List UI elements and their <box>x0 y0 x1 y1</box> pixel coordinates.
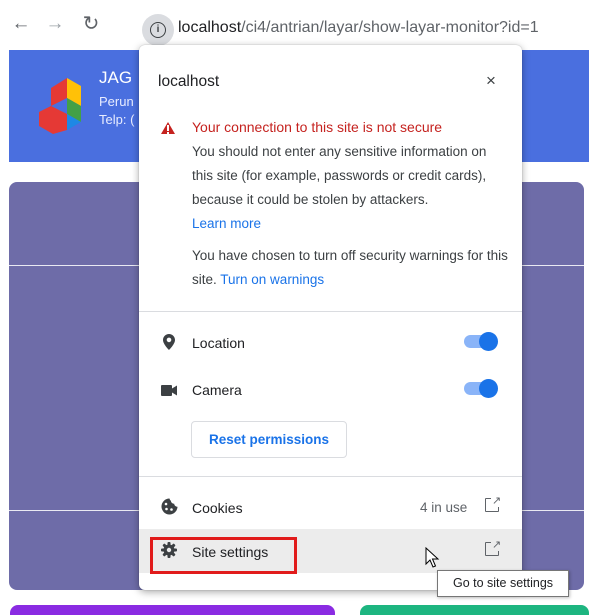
divider <box>139 311 522 312</box>
forward-button[interactable]: → <box>44 13 66 35</box>
turn-on-warnings-link[interactable]: Turn on warnings <box>220 272 324 287</box>
warning-body: You should not enter any sensitive infor… <box>192 140 508 236</box>
cookie-icon <box>161 498 178 515</box>
open-external-icon: ↗ <box>485 495 503 512</box>
bottom-button-right[interactable] <box>360 605 589 615</box>
arrow-left-icon: ← <box>11 13 31 34</box>
browser-toolbar: ← → ↻ i localhost/ci4/antrian/layar/show… <box>0 0 589 50</box>
tooltip: Go to site settings <box>437 570 569 597</box>
reload-button[interactable]: ↻ <box>80 13 102 35</box>
highlight-box <box>150 537 297 574</box>
warning-title: Your connection to this site is not secu… <box>192 119 443 135</box>
site-info-popup: localhost × Your connection to this site… <box>139 45 522 590</box>
learn-more-link[interactable]: Learn more <box>192 216 261 231</box>
reset-permissions-button[interactable]: Reset permissions <box>191 421 347 458</box>
cookies-label: Cookies <box>192 500 243 516</box>
camera-icon <box>161 385 177 396</box>
warning-icon-dot <box>167 132 169 134</box>
brand-name: JAG <box>99 68 133 87</box>
warning-body-text: You should not enter any sensitive infor… <box>192 144 487 207</box>
back-button[interactable]: ← <box>10 13 32 35</box>
divider <box>139 476 522 477</box>
brand-logo <box>39 78 81 134</box>
permission-label-camera: Camera <box>192 382 242 398</box>
location-toggle[interactable] <box>462 331 498 351</box>
arrow-right-icon: → <box>45 13 65 34</box>
warnings-off-note: You have chosen to turn off security war… <box>192 244 508 292</box>
brand-address: Perun <box>99 94 134 109</box>
url-path: /ci4/antrian/layar/show-layar-monitor?id… <box>241 19 539 36</box>
reload-icon: ↻ <box>82 13 100 35</box>
toggle-knob <box>479 379 498 398</box>
close-button[interactable]: × <box>479 69 503 93</box>
toggle-knob <box>479 332 498 351</box>
url-host: localhost <box>178 19 242 36</box>
cookies-row[interactable]: Cookies 4 in use ↗ <box>139 485 522 529</box>
warning-icon-mark <box>167 125 169 131</box>
address-bar[interactable]: localhost/ci4/antrian/layar/show-layar-m… <box>178 19 539 37</box>
popup-title: localhost <box>158 73 220 90</box>
camera-toggle[interactable] <box>462 378 498 398</box>
location-pin-icon <box>163 334 175 350</box>
mouse-cursor-icon <box>425 547 440 568</box>
permission-label-location: Location <box>192 335 245 351</box>
brand-phone: Telp: ( <box>99 112 135 127</box>
site-info-button[interactable]: i <box>142 14 174 46</box>
cookies-count: 4 in use <box>420 500 468 515</box>
info-icon: i <box>150 22 166 38</box>
open-external-icon: ↗ <box>485 539 503 556</box>
bottom-button-left[interactable] <box>10 605 335 615</box>
close-icon: × <box>486 71 496 90</box>
